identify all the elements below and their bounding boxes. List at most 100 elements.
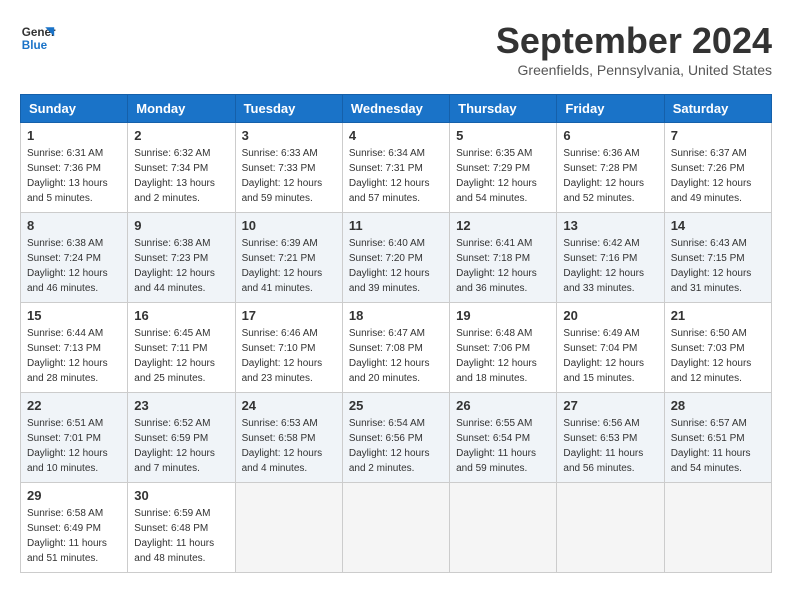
- calendar-table: SundayMondayTuesdayWednesdayThursdayFrid…: [20, 94, 772, 573]
- day-info: Sunrise: 6:53 AM Sunset: 6:58 PM Dayligh…: [242, 416, 336, 476]
- day-number: 18: [349, 308, 443, 323]
- calendar-week-3: 15Sunrise: 6:44 AM Sunset: 7:13 PM Dayli…: [21, 303, 772, 393]
- calendar-cell: 9Sunrise: 6:38 AM Sunset: 7:23 PM Daylig…: [128, 213, 235, 303]
- calendar-cell: 6 Sunrise: 6:36 AM Sunset: 7:28 PM Daylig…: [557, 123, 664, 213]
- calendar-cell: 27 Sunrise: 6:56 AM Sunset: 6:53 PM Dayli…: [557, 393, 664, 483]
- weekday-header-row: SundayMondayTuesdayWednesdayThursdayFrid…: [21, 95, 772, 123]
- day-number: 20: [563, 308, 657, 323]
- day-info: Sunrise: 6:44 AM Sunset: 7:13 PM Dayligh…: [27, 326, 121, 386]
- weekday-header-wednesday: Wednesday: [342, 95, 449, 123]
- weekday-header-friday: Friday: [557, 95, 664, 123]
- day-number: 10: [242, 218, 336, 233]
- calendar-cell: 17 Sunrise: 6:46 AM Sunset: 7:10 PM Dayli…: [235, 303, 342, 393]
- calendar-body: 1 Sunrise: 6:31 AM Sunset: 7:36 PM Daylig…: [21, 123, 772, 573]
- day-info: Sunrise: 6:41 AM Sunset: 7:18 PM Dayligh…: [456, 236, 550, 296]
- calendar-cell: 10 Sunrise: 6:39 AM Sunset: 7:21 PM Dayli…: [235, 213, 342, 303]
- day-number: 21: [671, 308, 765, 323]
- calendar-week-1: 1 Sunrise: 6:31 AM Sunset: 7:36 PM Daylig…: [21, 123, 772, 213]
- day-number: 1: [27, 128, 121, 143]
- day-info: Sunrise: 6:47 AM Sunset: 7:08 PM Dayligh…: [349, 326, 443, 386]
- day-info: Sunrise: 6:31 AM Sunset: 7:36 PM Dayligh…: [27, 146, 121, 206]
- day-number: 17: [242, 308, 336, 323]
- calendar-cell: 19Sunrise: 6:48 AM Sunset: 7:06 PM Dayli…: [450, 303, 557, 393]
- day-number: 14: [671, 218, 765, 233]
- weekday-header-monday: Monday: [128, 95, 235, 123]
- calendar-cell: 24 Sunrise: 6:53 AM Sunset: 6:58 PM Dayli…: [235, 393, 342, 483]
- day-info: Sunrise: 6:49 AM Sunset: 7:04 PM Dayligh…: [563, 326, 657, 386]
- day-number: 12: [456, 218, 550, 233]
- logo: General Blue: [20, 20, 56, 56]
- day-info: Sunrise: 6:58 AM Sunset: 6:49 PM Dayligh…: [27, 506, 121, 566]
- day-info: Sunrise: 6:59 AM Sunset: 6:48 PM Dayligh…: [134, 506, 228, 566]
- calendar-week-2: 8Sunrise: 6:38 AM Sunset: 7:24 PM Daylig…: [21, 213, 772, 303]
- calendar-cell: 5 Sunrise: 6:35 AM Sunset: 7:29 PM Daylig…: [450, 123, 557, 213]
- calendar-cell: 25 Sunrise: 6:54 AM Sunset: 6:56 PM Dayli…: [342, 393, 449, 483]
- day-info: Sunrise: 6:54 AM Sunset: 6:56 PM Dayligh…: [349, 416, 443, 476]
- day-info: Sunrise: 6:52 AM Sunset: 6:59 PM Dayligh…: [134, 416, 228, 476]
- calendar-cell: 1 Sunrise: 6:31 AM Sunset: 7:36 PM Daylig…: [21, 123, 128, 213]
- day-info: Sunrise: 6:56 AM Sunset: 6:53 PM Dayligh…: [563, 416, 657, 476]
- location-subtitle: Greenfields, Pennsylvania, United States: [496, 62, 772, 78]
- day-number: 9: [134, 218, 228, 233]
- svg-text:Blue: Blue: [22, 39, 48, 52]
- calendar-cell: 23 Sunrise: 6:52 AM Sunset: 6:59 PM Dayli…: [128, 393, 235, 483]
- day-number: 28: [671, 398, 765, 413]
- page-header: General Blue September 2024 Greenfields,…: [20, 20, 772, 78]
- day-info: Sunrise: 6:50 AM Sunset: 7:03 PM Dayligh…: [671, 326, 765, 386]
- day-info: Sunrise: 6:32 AM Sunset: 7:34 PM Dayligh…: [134, 146, 228, 206]
- calendar-cell: 28 Sunrise: 6:57 AM Sunset: 6:51 PM Dayli…: [664, 393, 771, 483]
- calendar-cell: 26Sunrise: 6:55 AM Sunset: 6:54 PM Dayli…: [450, 393, 557, 483]
- day-number: 25: [349, 398, 443, 413]
- day-number: 2: [134, 128, 228, 143]
- day-number: 7: [671, 128, 765, 143]
- calendar-week-5: 29 Sunrise: 6:58 AM Sunset: 6:49 PM Dayli…: [21, 483, 772, 573]
- title-block: September 2024 Greenfields, Pennsylvania…: [496, 20, 772, 78]
- day-number: 27: [563, 398, 657, 413]
- calendar-cell: 30 Sunrise: 6:59 AM Sunset: 6:48 PM Dayli…: [128, 483, 235, 573]
- day-info: Sunrise: 6:42 AM Sunset: 7:16 PM Dayligh…: [563, 236, 657, 296]
- calendar-cell: [342, 483, 449, 573]
- calendar-cell: 22 Sunrise: 6:51 AM Sunset: 7:01 PM Dayli…: [21, 393, 128, 483]
- weekday-header-tuesday: Tuesday: [235, 95, 342, 123]
- day-number: 5: [456, 128, 550, 143]
- day-info: Sunrise: 6:51 AM Sunset: 7:01 PM Dayligh…: [27, 416, 121, 476]
- day-number: 11: [349, 218, 443, 233]
- day-number: 6: [563, 128, 657, 143]
- calendar-cell: 3 Sunrise: 6:33 AM Sunset: 7:33 PM Daylig…: [235, 123, 342, 213]
- calendar-cell: 21 Sunrise: 6:50 AM Sunset: 7:03 PM Dayli…: [664, 303, 771, 393]
- calendar-cell: 8Sunrise: 6:38 AM Sunset: 7:24 PM Daylig…: [21, 213, 128, 303]
- day-info: Sunrise: 6:36 AM Sunset: 7:28 PM Dayligh…: [563, 146, 657, 206]
- day-number: 22: [27, 398, 121, 413]
- day-number: 29: [27, 488, 121, 503]
- day-info: Sunrise: 6:40 AM Sunset: 7:20 PM Dayligh…: [349, 236, 443, 296]
- day-info: Sunrise: 6:39 AM Sunset: 7:21 PM Dayligh…: [242, 236, 336, 296]
- day-number: 23: [134, 398, 228, 413]
- calendar-cell: 15Sunrise: 6:44 AM Sunset: 7:13 PM Dayli…: [21, 303, 128, 393]
- day-info: Sunrise: 6:57 AM Sunset: 6:51 PM Dayligh…: [671, 416, 765, 476]
- calendar-cell: 20 Sunrise: 6:49 AM Sunset: 7:04 PM Dayli…: [557, 303, 664, 393]
- day-number: 16: [134, 308, 228, 323]
- day-number: 26: [456, 398, 550, 413]
- day-info: Sunrise: 6:43 AM Sunset: 7:15 PM Dayligh…: [671, 236, 765, 296]
- day-info: Sunrise: 6:35 AM Sunset: 7:29 PM Dayligh…: [456, 146, 550, 206]
- day-info: Sunrise: 6:37 AM Sunset: 7:26 PM Dayligh…: [671, 146, 765, 206]
- day-info: Sunrise: 6:46 AM Sunset: 7:10 PM Dayligh…: [242, 326, 336, 386]
- day-number: 3: [242, 128, 336, 143]
- day-number: 13: [563, 218, 657, 233]
- day-info: Sunrise: 6:33 AM Sunset: 7:33 PM Dayligh…: [242, 146, 336, 206]
- calendar-cell: 2 Sunrise: 6:32 AM Sunset: 7:34 PM Daylig…: [128, 123, 235, 213]
- day-number: 24: [242, 398, 336, 413]
- day-number: 19: [456, 308, 550, 323]
- calendar-week-4: 22 Sunrise: 6:51 AM Sunset: 7:01 PM Dayli…: [21, 393, 772, 483]
- calendar-cell: [450, 483, 557, 573]
- calendar-header: SundayMondayTuesdayWednesdayThursdayFrid…: [21, 95, 772, 123]
- month-title: September 2024: [496, 20, 772, 62]
- day-info: Sunrise: 6:38 AM Sunset: 7:24 PM Dayligh…: [27, 236, 121, 296]
- calendar-cell: [235, 483, 342, 573]
- day-number: 4: [349, 128, 443, 143]
- calendar-cell: 4Sunrise: 6:34 AM Sunset: 7:31 PM Daylig…: [342, 123, 449, 213]
- day-number: 30: [134, 488, 228, 503]
- calendar-cell: 11 Sunrise: 6:40 AM Sunset: 7:20 PM Dayli…: [342, 213, 449, 303]
- calendar-cell: 16Sunrise: 6:45 AM Sunset: 7:11 PM Dayli…: [128, 303, 235, 393]
- calendar-cell: [664, 483, 771, 573]
